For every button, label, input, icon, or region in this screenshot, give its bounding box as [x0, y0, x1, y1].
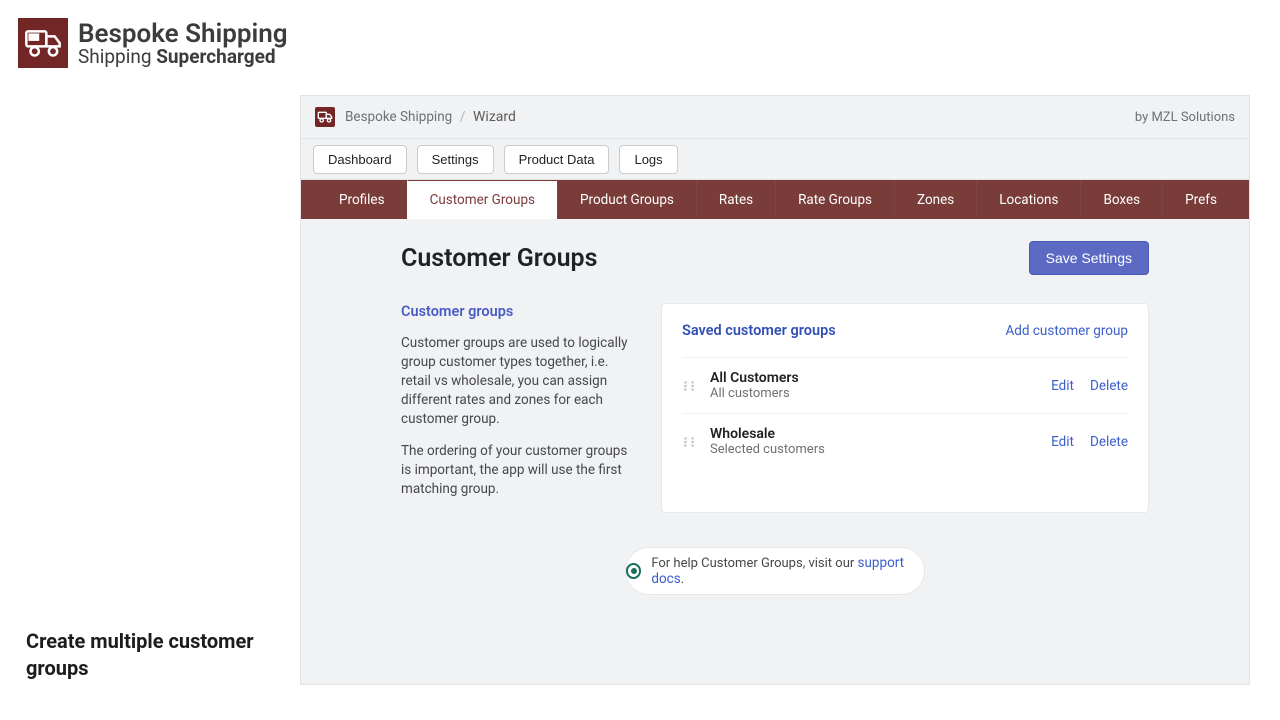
breadcrumb-current: Wizard	[473, 109, 516, 125]
help-sidebar: Customer groups Customer groups are used…	[401, 303, 631, 513]
add-customer-group-link[interactable]: Add customer group	[1005, 323, 1128, 339]
tab-boxes[interactable]: Boxes	[1080, 180, 1162, 219]
card-heading: Saved customer groups	[682, 322, 836, 339]
tab-locations[interactable]: Locations	[976, 180, 1080, 219]
list-item: All Customers All customers Edit Delete	[682, 357, 1128, 413]
help-icon	[626, 563, 641, 579]
brand-header: Bespoke Shipping Shipping Supercharged	[18, 18, 288, 68]
help-pill: For help Customer Groups, visit our supp…	[625, 547, 925, 595]
product-data-button[interactable]: Product Data	[504, 145, 610, 174]
breadcrumb: Bespoke Shipping / Wizard	[345, 109, 516, 125]
save-settings-button[interactable]: Save Settings	[1029, 241, 1149, 275]
group-name: Wholesale	[710, 426, 1051, 442]
edit-link[interactable]: Edit	[1051, 434, 1074, 450]
tab-profiles[interactable]: Profiles	[301, 180, 407, 219]
breadcrumb-root[interactable]: Bespoke Shipping	[345, 109, 452, 125]
brand-name: Bespoke Shipping	[78, 21, 288, 47]
content: Customer Groups Save Settings Customer g…	[301, 219, 1249, 595]
group-name: All Customers	[710, 370, 1051, 386]
dashboard-button[interactable]: Dashboard	[313, 145, 407, 174]
group-desc: Selected customers	[710, 442, 1051, 457]
tab-customer-groups[interactable]: Customer Groups	[407, 180, 557, 219]
sidebar-paragraph-1: Customer groups are used to logically gr…	[401, 334, 631, 428]
tab-product-groups[interactable]: Product Groups	[557, 180, 696, 219]
tab-rate-groups[interactable]: Rate Groups	[775, 180, 894, 219]
group-desc: All customers	[710, 386, 1051, 401]
screenshot-caption: Create multiple customer groups	[26, 628, 266, 682]
app-header: Bespoke Shipping / Wizard by MZL Solutio…	[301, 95, 1249, 139]
brand-tagline: Shipping Supercharged	[78, 47, 288, 66]
settings-button[interactable]: Settings	[417, 145, 494, 174]
byline: by MZL Solutions	[1135, 110, 1235, 125]
sidebar-paragraph-2: The ordering of your customer groups is …	[401, 442, 631, 499]
tab-zones[interactable]: Zones	[894, 180, 976, 219]
tab-prefs[interactable]: Prefs	[1162, 180, 1239, 219]
drag-handle-icon[interactable]	[682, 435, 696, 449]
tabbar: Profiles Customer Groups Product Groups …	[301, 180, 1249, 219]
truck-icon	[18, 18, 68, 68]
drag-handle-icon[interactable]	[682, 379, 696, 393]
app-panel: Bespoke Shipping / Wizard by MZL Solutio…	[300, 95, 1250, 685]
truck-icon	[315, 107, 335, 127]
delete-link[interactable]: Delete	[1090, 434, 1128, 450]
logs-button[interactable]: Logs	[619, 145, 677, 174]
toolbar: Dashboard Settings Product Data Logs	[301, 139, 1249, 180]
edit-link[interactable]: Edit	[1051, 378, 1074, 394]
saved-groups-card: Saved customer groups Add customer group…	[661, 303, 1149, 513]
list-item: Wholesale Selected customers Edit Delete	[682, 413, 1128, 469]
tab-rates[interactable]: Rates	[696, 180, 775, 219]
sidebar-heading: Customer groups	[401, 303, 631, 320]
delete-link[interactable]: Delete	[1090, 378, 1128, 394]
page-title: Customer Groups	[401, 244, 597, 273]
